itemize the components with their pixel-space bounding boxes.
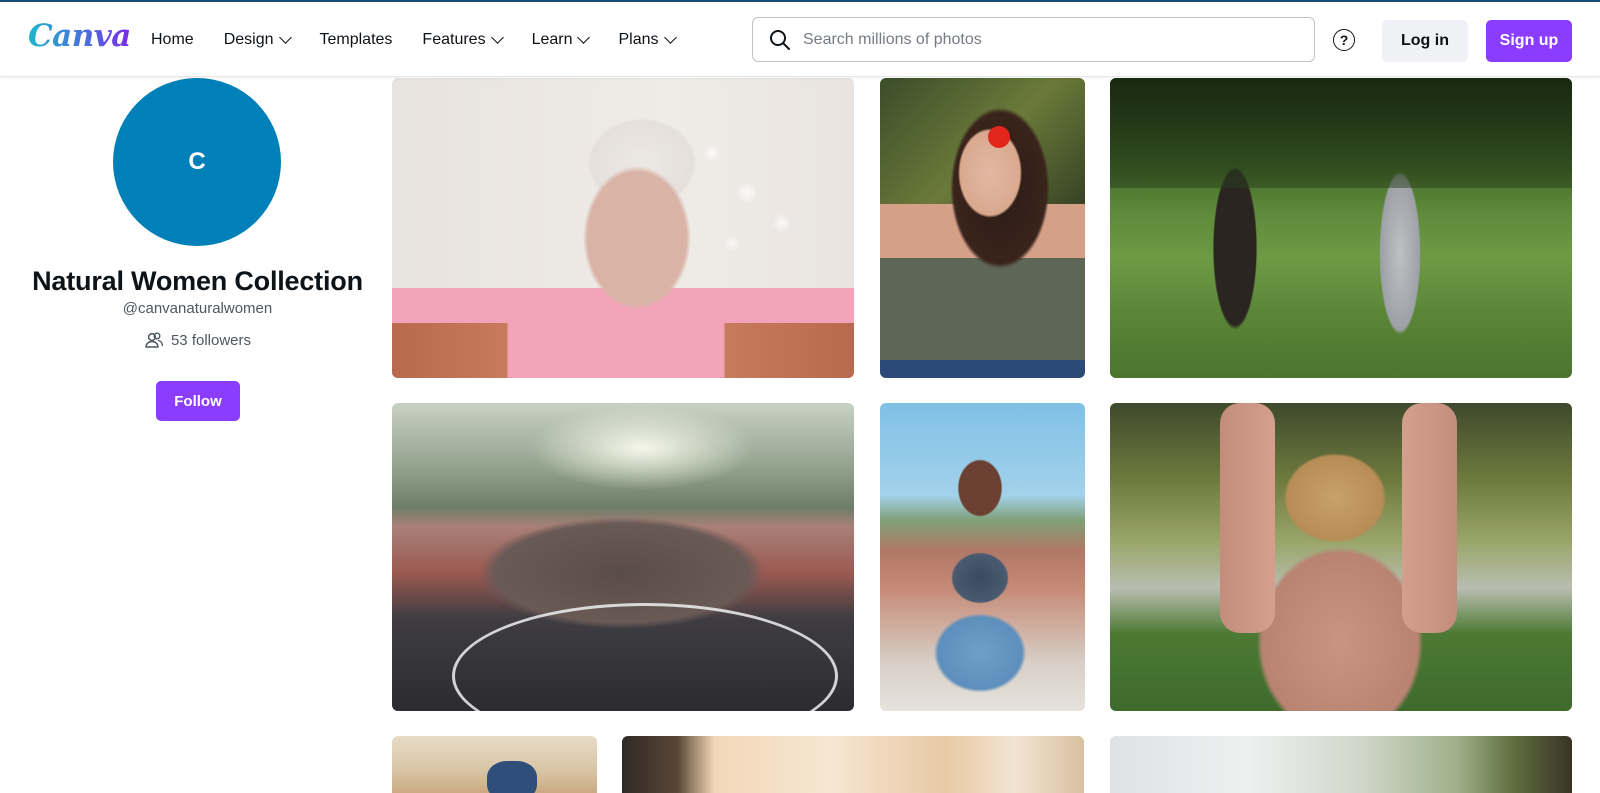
- profile-name: Natural Women Collection: [32, 266, 363, 296]
- photo-card[interactable]: [392, 403, 854, 711]
- profile-handle: @canvanaturalwomen: [122, 300, 273, 317]
- nav-learn-label: Learn: [531, 30, 573, 48]
- chevron-down-icon: [663, 31, 677, 44]
- nav-templates[interactable]: Templates: [320, 31, 393, 49]
- search-icon: [770, 29, 790, 50]
- nav-plans-label: Plans: [618, 30, 659, 48]
- photo-card[interactable]: [392, 736, 597, 793]
- chevron-down-icon: [577, 31, 591, 44]
- search-input[interactable]: [803, 30, 1283, 49]
- followers-count: 53 followers: [0, 330, 395, 350]
- follow-button[interactable]: Follow: [156, 381, 240, 421]
- search-bar[interactable]: [752, 17, 1315, 62]
- nav-templates-label: Templates: [319, 30, 393, 48]
- photo-card[interactable]: [392, 78, 854, 378]
- photo-card[interactable]: [1110, 736, 1572, 793]
- nav-features[interactable]: Features: [422, 30, 504, 49]
- photo-card[interactable]: [880, 403, 1085, 711]
- nav-home[interactable]: Home: [151, 31, 194, 49]
- followers-icon: [145, 332, 163, 348]
- nav-features-label: Features: [422, 30, 486, 48]
- main-nav: Home Design Templates Features Learn Pla…: [151, 2, 705, 77]
- nav-home-label: Home: [151, 30, 194, 48]
- login-button[interactable]: Log in: [1382, 20, 1468, 62]
- canva-logo[interactable]: Canva: [28, 18, 131, 54]
- nav-learn[interactable]: Learn: [531, 30, 591, 49]
- nav-plans[interactable]: Plans: [618, 30, 677, 49]
- photo-card[interactable]: [622, 736, 1084, 793]
- photo-card[interactable]: [1110, 403, 1572, 711]
- photo-card[interactable]: [1110, 78, 1572, 378]
- nav-design-label: Design: [223, 30, 274, 48]
- avatar: C: [113, 78, 281, 246]
- site-header: Canva Home Design Templates Features Lea…: [0, 2, 1600, 77]
- photo-card[interactable]: [880, 78, 1085, 378]
- chevron-down-icon: [278, 31, 292, 44]
- signup-button[interactable]: Sign up: [1486, 20, 1572, 62]
- chevron-down-icon: [490, 31, 504, 44]
- help-icon[interactable]: ?: [1333, 29, 1355, 51]
- followers-label: 53 followers: [170, 331, 252, 349]
- nav-design[interactable]: Design: [223, 30, 292, 49]
